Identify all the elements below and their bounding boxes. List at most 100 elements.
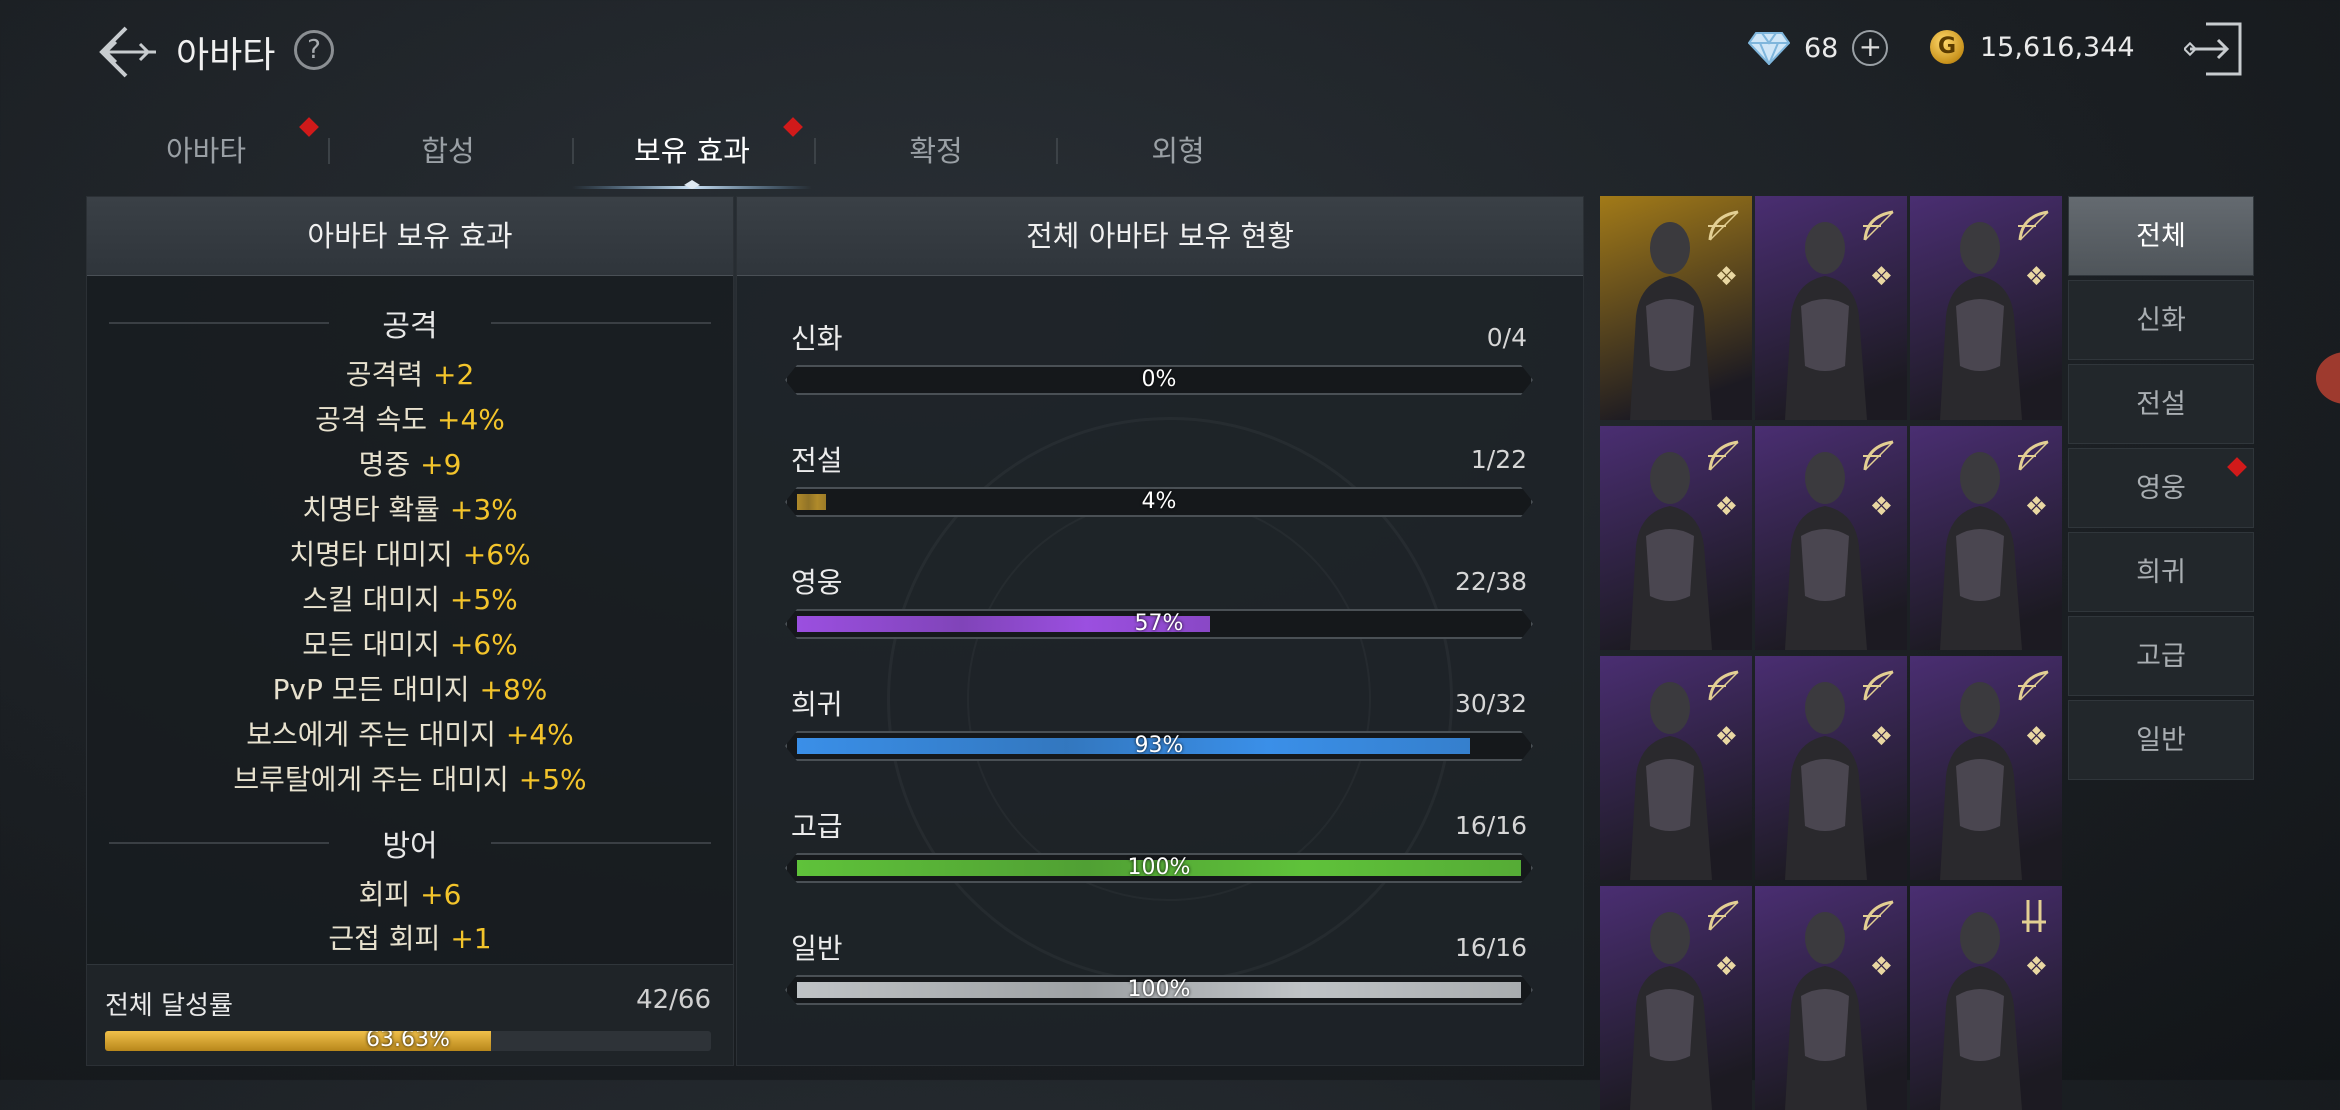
add-diamond-button[interactable]: + [1852, 30, 1889, 66]
tab-divider [1056, 138, 1058, 164]
exit-icon[interactable] [2184, 18, 2246, 80]
bow-icon [2018, 440, 2049, 471]
back-arrow-icon[interactable] [96, 22, 160, 82]
stat-row: PvP 모든 대미지 +8% [272, 673, 548, 706]
bow-icon [2018, 670, 2049, 701]
stat-row: 공격 속도 +4% [315, 403, 505, 436]
grade-star-icon: ❖ [1869, 262, 1893, 292]
grade-star-icon: ❖ [1869, 722, 1893, 752]
rarity-progress-bar: 4% [785, 487, 1533, 517]
rarity-progress-bar: 93% [785, 731, 1533, 761]
rarity-row: 영웅 22/38 57% [785, 561, 1545, 671]
avatar-card[interactable]: ❖ [1910, 886, 2062, 1110]
rarity-name: 고급 [791, 810, 843, 843]
effect-panel-title: 아바타 보유 효과 [87, 197, 733, 276]
tab-synthesis[interactable]: 합성 [348, 128, 548, 170]
rarity-count: 0/4 [1486, 323, 1527, 352]
bow-icon [1708, 440, 1739, 471]
rarity-name: 영웅 [791, 566, 843, 599]
avatar-card[interactable]: ❖ [1910, 656, 2062, 880]
avatar-card[interactable]: ❖ [1755, 426, 1907, 650]
tab-avatar[interactable]: 아바타 [106, 128, 306, 170]
attack-section-title: 공격 [382, 309, 438, 344]
rarity-row: 희귀 30/32 93% [785, 683, 1545, 793]
stat-row: 브루탈에게 주는 대미지 +5% [233, 763, 587, 796]
total-count: 42/66 [636, 985, 711, 1015]
filter-advanced[interactable]: 고급 [2068, 616, 2254, 696]
rarity-row: 일반 16/16 100% [785, 927, 1545, 1037]
rarity-progress-label: 57% [1134, 611, 1184, 636]
stat-row: 보스에게 주는 대미지 +4% [246, 718, 574, 751]
avatar-card[interactable]: ❖ [1600, 426, 1752, 650]
avatar-card[interactable]: ❖ [1755, 656, 1907, 880]
filter-normal[interactable]: 일반 [2068, 700, 2254, 780]
filter-all[interactable]: 전체 [2068, 196, 2254, 276]
rarity-progress-bar: 0% [785, 365, 1533, 395]
bow-icon [1708, 210, 1739, 241]
rarity-row: 신화 0/4 0% [785, 317, 1545, 427]
filter-rare[interactable]: 희귀 [2068, 532, 2254, 612]
bow-icon [1863, 900, 1894, 931]
stat-row: 회피 +6 [358, 878, 462, 911]
rarity-count: 16/16 [1454, 933, 1527, 962]
bow-icon [1863, 440, 1894, 471]
rarity-progress-bar: 57% [785, 609, 1533, 639]
avatar-card[interactable]: ❖ [1910, 196, 2062, 420]
diamond-amount: 68 [1804, 32, 1839, 64]
avatar-card[interactable]: ❖ [1755, 196, 1907, 420]
rarity-progress-label: 4% [1141, 489, 1177, 514]
rarity-name: 신화 [791, 322, 843, 355]
defense-section-title: 방어 [382, 829, 438, 864]
grade-star-icon: ❖ [1869, 952, 1893, 982]
page-title: 아바타 [176, 35, 276, 76]
rarity-progress-label: 93% [1134, 733, 1184, 758]
stat-row: 명중 +9 [358, 448, 462, 481]
avatar-card[interactable]: ❖ [1600, 196, 1752, 420]
side-edge-button[interactable] [2316, 352, 2340, 404]
stat-row: 치명타 확률 +3% [302, 493, 518, 526]
tab-confirm[interactable]: 확정 [836, 128, 1036, 170]
avatar-card[interactable]: ❖ [1755, 886, 1907, 1110]
rarity-count: 16/16 [1454, 811, 1527, 840]
gold-currency: G 15,616,344 [1930, 30, 2135, 64]
filter-legendary[interactable]: 전설 [2068, 364, 2254, 444]
bow-icon [1863, 210, 1894, 241]
dagger-icon [2022, 900, 2046, 932]
rarity-row: 고급 16/16 100% [785, 805, 1545, 915]
stat-row: 근접 회피 +1 [328, 922, 492, 953]
gold-coin-icon: G [1930, 30, 1964, 64]
stat-row: 치명타 대미지 +6% [289, 538, 531, 571]
grade-star-icon: ❖ [1714, 952, 1738, 982]
total-achievement: 전체 달성률 42/66 63.63% [87, 964, 733, 1065]
tab-divider [814, 138, 816, 164]
rarity-progress-label: 100% [1127, 977, 1191, 1002]
rarity-name: 일반 [791, 932, 843, 965]
filter-mythic[interactable]: 신화 [2068, 280, 2254, 360]
rarity-progress-label: 100% [1127, 855, 1191, 880]
rarity-count: 22/38 [1454, 567, 1527, 596]
top-bar: 아바타 ? 68 + G 15,616,344 [0, 0, 2340, 105]
rarity-count: 30/32 [1454, 689, 1527, 718]
filter-hero[interactable]: 영웅 [2068, 448, 2254, 528]
gold-amount: 15,616,344 [1980, 31, 2135, 63]
help-icon[interactable]: ? [294, 30, 334, 70]
avatar-card[interactable]: ❖ [1910, 426, 2062, 650]
stat-row: 모든 대미지 +6% [302, 628, 518, 661]
stat-row: 스킬 대미지 +5% [302, 583, 518, 616]
grade-star-icon: ❖ [2024, 952, 2048, 982]
bow-icon [1708, 900, 1739, 931]
rarity-count: 1/22 [1470, 445, 1527, 474]
tab-appearance[interactable]: 외형 [1078, 128, 1278, 170]
grade-star-icon: ❖ [1869, 492, 1893, 522]
rarity-progress-bar: 100% [785, 975, 1533, 1005]
possession-effect-panel: 아바타 보유 효과 공격 공격력 +2 공격 속도 +4% 명중 +9 치명타 확률 +… [86, 196, 734, 1066]
tab-possession-effect[interactable]: 보유 효과 [592, 128, 792, 170]
avatar-card[interactable]: ❖ [1600, 656, 1752, 880]
avatar-grid: ❖ ❖ ❖ ❖ ❖ ❖ ❖ ❖ ❖ ❖ ❖ ❖ [1600, 196, 2064, 1110]
total-progress-label: 63.63% [366, 1031, 450, 1051]
bow-icon [1863, 670, 1894, 701]
rarity-progress-label: 0% [1141, 367, 1177, 392]
ownership-status-panel: 전체 아바타 보유 현황 신화 0/4 0% 전설 1/22 4% 영웅 22/38 57% 희귀… [736, 196, 1584, 1066]
avatar-card[interactable]: ❖ [1600, 886, 1752, 1110]
status-panel-title: 전체 아바타 보유 현황 [737, 197, 1583, 276]
